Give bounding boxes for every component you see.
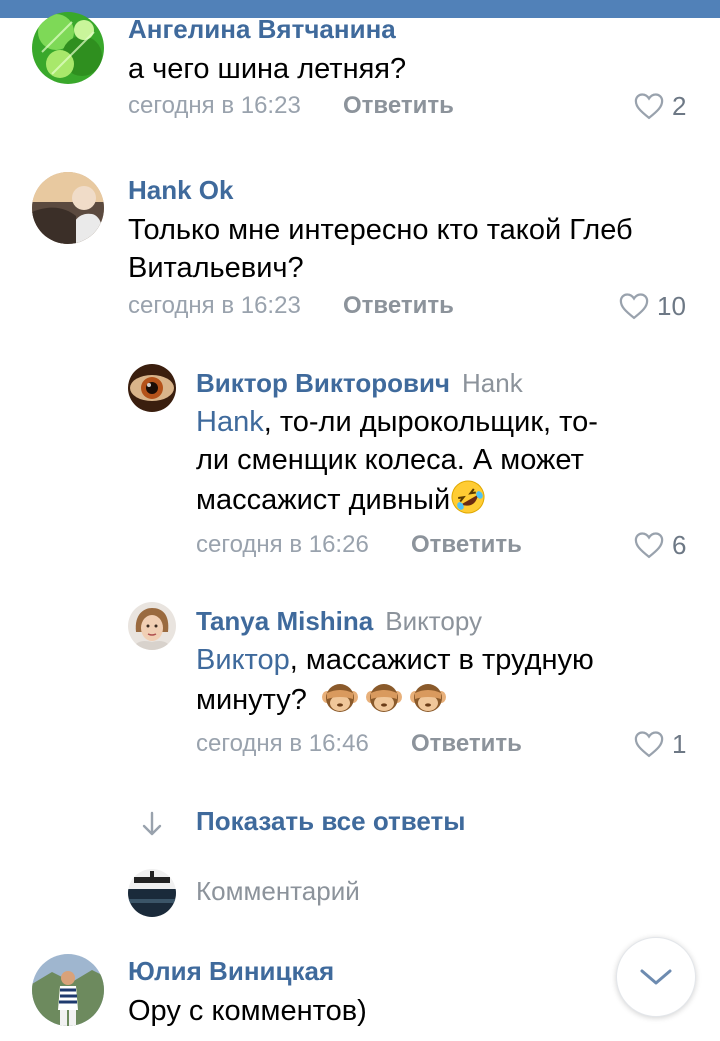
like-count: 2	[672, 90, 687, 121]
comment-text: Ору с комментов)	[128, 995, 367, 1027]
reply-button[interactable]: Ответить	[343, 92, 454, 120]
see-no-evil-monkey-icon	[365, 684, 402, 712]
reply-time: сегодня в 16:26	[196, 531, 369, 558]
heart-icon	[634, 731, 664, 758]
reply-author-name[interactable]: Tanya Mishina	[196, 606, 373, 636]
like-button[interactable]: 1	[634, 729, 686, 759]
comment-time: сегодня в 16:23	[128, 92, 301, 119]
avatar[interactable]	[128, 602, 176, 650]
like-count: 10	[657, 290, 686, 321]
comment-text: Только мне интересно кто такой Глеб Вита…	[128, 214, 633, 284]
reply-author-name[interactable]: Виктор Викторович	[196, 368, 450, 398]
heart-icon	[634, 93, 664, 120]
comment-time: сегодня в 16:23	[128, 292, 301, 319]
mention-link[interactable]: Hank	[196, 406, 264, 438]
like-button[interactable]: 6	[634, 530, 686, 560]
avatar[interactable]	[32, 12, 104, 84]
reply-button[interactable]: Ответить	[411, 730, 522, 758]
reply-button[interactable]: Ответить	[343, 292, 454, 320]
comment-author[interactable]: Hank Ok	[128, 175, 234, 206]
like-button[interactable]: 2	[634, 91, 686, 121]
comment-input[interactable]: Комментарий	[196, 876, 360, 907]
reply-author[interactable]: Виктор Викторович Hank	[196, 368, 523, 399]
reply-time: сегодня в 16:46	[196, 730, 369, 757]
scroll-down-button[interactable]	[616, 937, 696, 1017]
avatar[interactable]	[32, 954, 104, 1026]
reply-author[interactable]: Tanya Mishina Виктору	[196, 606, 482, 637]
reply-text: Hank, то-ли дырокольщик, то-ли сменщик к…	[196, 403, 626, 519]
comment-author[interactable]: Юлия Виницкая	[128, 956, 334, 987]
like-button[interactable]: 10	[619, 291, 686, 321]
reply-to-label[interactable]: Виктору	[385, 606, 482, 636]
like-count: 6	[672, 529, 687, 560]
comment-text: а чего шина летняя?	[128, 53, 407, 85]
see-no-evil-monkey-icon	[409, 684, 446, 712]
avatar[interactable]	[32, 172, 104, 244]
show-all-replies-button[interactable]	[140, 806, 164, 842]
heart-icon	[634, 532, 664, 559]
comment-author[interactable]: Ангелина Вятчанина	[128, 14, 396, 45]
show-all-replies-label[interactable]: Показать все ответы	[196, 806, 465, 837]
reply-button[interactable]: Ответить	[411, 531, 522, 559]
see-no-evil-monkey-icon	[321, 684, 358, 712]
avatar[interactable]	[128, 364, 176, 412]
reply-text: Виктор, массажист в трудную минуту?	[196, 641, 636, 719]
rolling-laughing-emoji-icon	[451, 480, 485, 514]
current-user-avatar	[128, 869, 176, 917]
chevron-down-icon	[640, 969, 672, 985]
arrow-down-icon	[142, 811, 162, 836]
mention-link[interactable]: Виктор	[196, 644, 290, 676]
heart-icon	[619, 293, 649, 320]
like-count: 1	[672, 728, 687, 759]
reply-to-label[interactable]: Hank	[462, 368, 523, 398]
